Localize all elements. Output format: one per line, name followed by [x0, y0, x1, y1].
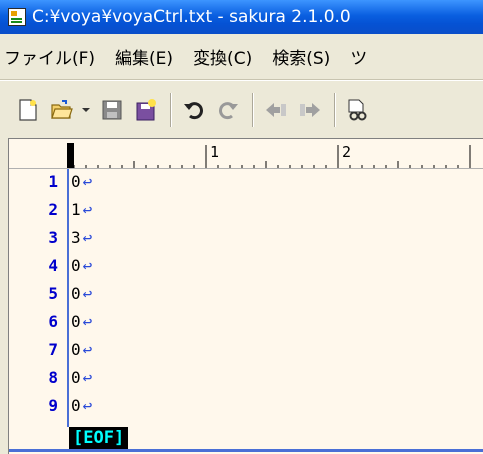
- line-text[interactable]: 0 ↩: [71, 341, 92, 359]
- toolbar-separator: [334, 92, 336, 127]
- line-text[interactable]: 0 ↩: [71, 257, 92, 275]
- jump-forward-icon: [300, 102, 320, 117]
- eol-mark: ↩: [82, 368, 93, 387]
- line-number: 4: [48, 256, 58, 275]
- ruler-mark-2: 2: [342, 143, 351, 161]
- eol-mark: ↩: [82, 172, 93, 191]
- new-file-icon: [19, 98, 37, 121]
- undo-button[interactable]: [180, 96, 208, 124]
- jump-forward-button[interactable]: [296, 96, 324, 124]
- toolbar: [0, 80, 483, 138]
- line-number: 8: [48, 368, 58, 387]
- menu-file[interactable]: ファイル(F): [4, 44, 95, 69]
- open-folder-icon: [51, 99, 73, 119]
- ruler-mark-1: 1: [210, 143, 219, 161]
- save-all-button[interactable]: [132, 96, 160, 124]
- line-number: 9: [48, 396, 58, 415]
- eol-mark: ↩: [82, 200, 93, 219]
- save-all-icon: [136, 98, 156, 120]
- save-button[interactable]: [98, 96, 126, 124]
- line-number: 3: [48, 228, 58, 247]
- line-text[interactable]: 3 ↩: [71, 229, 92, 247]
- line-number: 7: [48, 340, 58, 359]
- line-number: 1: [48, 172, 58, 191]
- search-file-button[interactable]: [344, 96, 372, 124]
- menu-tools[interactable]: ツ: [350, 44, 367, 69]
- toolbar-separator: [252, 92, 254, 127]
- editor-area[interactable]: 1 2 1 0 ↩ 2 1 ↩ 3 3 ↩ 4 0 ↩ 5 0 ↩ 6 0 ↩ 7 0 ↩ 8…: [8, 138, 483, 454]
- line-text[interactable]: 0 ↩: [71, 369, 92, 387]
- toolbar-separator: [170, 92, 172, 127]
- menu-bar: ファイル(F) 編集(E) 変換(C) 検索(S) ツ: [0, 34, 483, 80]
- open-file-button[interactable]: [48, 96, 76, 124]
- line-number: 6: [48, 312, 58, 331]
- jump-back-icon: [266, 102, 286, 117]
- title-bar[interactable]: C:¥voya¥voyaCtrl.txt - sakura 2.1.0.0: [0, 0, 483, 34]
- cursor-line-underline: [9, 449, 483, 452]
- line-number: 2: [48, 200, 58, 219]
- line-text[interactable]: 0 ↩: [71, 313, 92, 331]
- menu-convert[interactable]: 変換(C): [193, 44, 252, 69]
- eol-mark: ↩: [82, 284, 93, 303]
- menu-edit[interactable]: 編集(E): [115, 44, 173, 69]
- line-number: 5: [48, 284, 58, 303]
- app-icon[interactable]: [8, 8, 26, 26]
- redo-button[interactable]: [214, 96, 242, 124]
- eol-mark: ↩: [82, 396, 93, 415]
- menu-search[interactable]: 検索(S): [272, 44, 330, 69]
- eol-mark: ↩: [82, 228, 93, 247]
- line-text[interactable]: 0 ↩: [71, 397, 92, 415]
- undo-icon: [184, 101, 203, 119]
- eol-mark: ↩: [82, 340, 93, 359]
- ruler[interactable]: 1 2: [9, 139, 483, 169]
- open-dropdown[interactable]: [82, 98, 90, 122]
- search-file-icon: [348, 99, 367, 120]
- new-file-button[interactable]: [14, 96, 42, 124]
- window-title: C:¥voya¥voyaCtrl.txt - sakura 2.1.0.0: [32, 7, 351, 27]
- jump-back-button[interactable]: [262, 96, 290, 124]
- line-text[interactable]: 1 ↩: [71, 201, 92, 219]
- eol-mark: ↩: [82, 312, 93, 331]
- line-text[interactable]: 0 ↩: [71, 173, 92, 191]
- eof-marker: [EOF]: [69, 427, 129, 449]
- dropdown-arrow-icon: [82, 107, 90, 112]
- line-text[interactable]: 0 ↩: [71, 285, 92, 303]
- save-icon: [102, 100, 122, 119]
- gutter-separator: [67, 169, 69, 427]
- ruler-ticks: 1 2: [67, 143, 471, 168]
- redo-icon: [219, 101, 238, 119]
- eol-mark: ↩: [82, 256, 93, 275]
